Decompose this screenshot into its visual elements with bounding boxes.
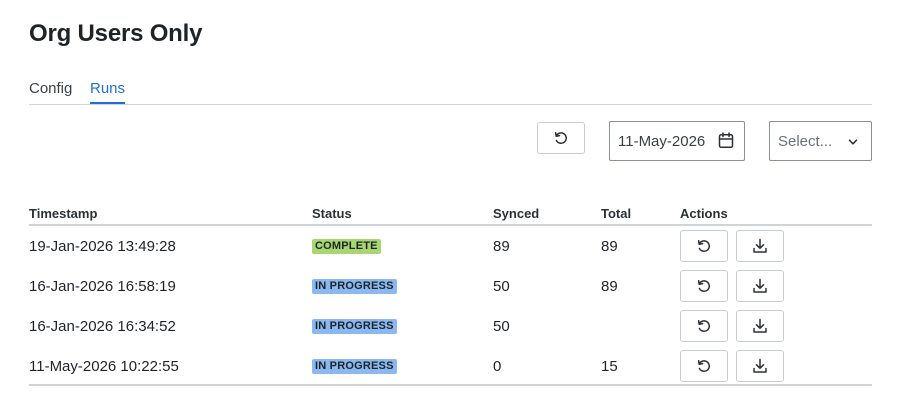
synced-cell: 0 bbox=[493, 358, 502, 375]
status-badge: COMPLETE bbox=[312, 239, 381, 254]
table-row: 19-Jan-2026 13:49:28 COMPLETE 89 89 bbox=[29, 226, 872, 266]
synced-cell: 89 bbox=[493, 238, 510, 255]
run-filter-select[interactable]: Select... bbox=[769, 121, 872, 161]
download-button[interactable] bbox=[736, 230, 784, 262]
column-header-status: Status bbox=[312, 206, 352, 221]
timestamp-cell: 19-Jan-2026 13:49:28 bbox=[29, 238, 176, 255]
total-cell: 89 bbox=[601, 238, 618, 255]
rerun-button[interactable] bbox=[680, 310, 728, 342]
synced-cell: 50 bbox=[493, 278, 510, 295]
rerun-button[interactable] bbox=[680, 350, 728, 382]
synced-cell: 50 bbox=[493, 318, 510, 335]
select-placeholder: Select... bbox=[778, 132, 833, 150]
download-button[interactable] bbox=[736, 310, 784, 342]
timestamp-cell: 11-May-2026 10:22:55 bbox=[29, 358, 179, 375]
total-cell: 89 bbox=[601, 278, 618, 295]
column-header-actions: Actions bbox=[680, 206, 728, 221]
date-picker[interactable]: 11-May-2026 bbox=[609, 121, 745, 161]
status-badge: IN PROGRESS bbox=[312, 319, 397, 334]
refresh-icon bbox=[696, 238, 712, 254]
table-row: 16-Jan-2026 16:34:52 IN PROGRESS 50 bbox=[29, 306, 872, 346]
calendar-icon bbox=[718, 132, 734, 149]
download-icon bbox=[752, 278, 768, 294]
refresh-icon bbox=[696, 278, 712, 294]
column-header-timestamp: Timestamp bbox=[29, 206, 98, 221]
download-icon bbox=[752, 318, 768, 334]
table-header: Timestamp Status Synced Total Actions bbox=[29, 200, 872, 226]
tab-runs[interactable]: Runs bbox=[90, 80, 126, 104]
refresh-icon bbox=[696, 318, 712, 334]
rerun-button[interactable] bbox=[680, 230, 728, 262]
column-header-total: Total bbox=[601, 206, 632, 221]
tab-bar: Config Runs bbox=[29, 80, 872, 105]
status-badge: IN PROGRESS bbox=[312, 359, 397, 374]
tab-config[interactable]: Config bbox=[29, 80, 72, 102]
rerun-button[interactable] bbox=[680, 270, 728, 302]
chevron-down-icon bbox=[847, 136, 859, 148]
refresh-icon bbox=[553, 130, 569, 146]
date-value: 11-May-2026 bbox=[618, 132, 706, 150]
timestamp-cell: 16-Jan-2026 16:34:52 bbox=[29, 318, 176, 335]
runs-table: Timestamp Status Synced Total Actions 19… bbox=[29, 200, 872, 386]
refresh-button[interactable] bbox=[537, 122, 585, 154]
download-button[interactable] bbox=[736, 270, 784, 302]
download-icon bbox=[752, 238, 768, 254]
column-header-synced: Synced bbox=[493, 206, 540, 221]
status-badge: IN PROGRESS bbox=[312, 279, 397, 294]
table-row: 16-Jan-2026 16:58:19 IN PROGRESS 50 89 bbox=[29, 266, 872, 306]
download-button[interactable] bbox=[736, 350, 784, 382]
total-cell: 15 bbox=[601, 358, 618, 375]
download-icon bbox=[752, 358, 768, 374]
refresh-icon bbox=[696, 358, 712, 374]
page-title: Org Users Only bbox=[29, 20, 203, 47]
timestamp-cell: 16-Jan-2026 16:58:19 bbox=[29, 278, 176, 295]
table-row: 11-May-2026 10:22:55 IN PROGRESS 0 15 bbox=[29, 346, 872, 386]
